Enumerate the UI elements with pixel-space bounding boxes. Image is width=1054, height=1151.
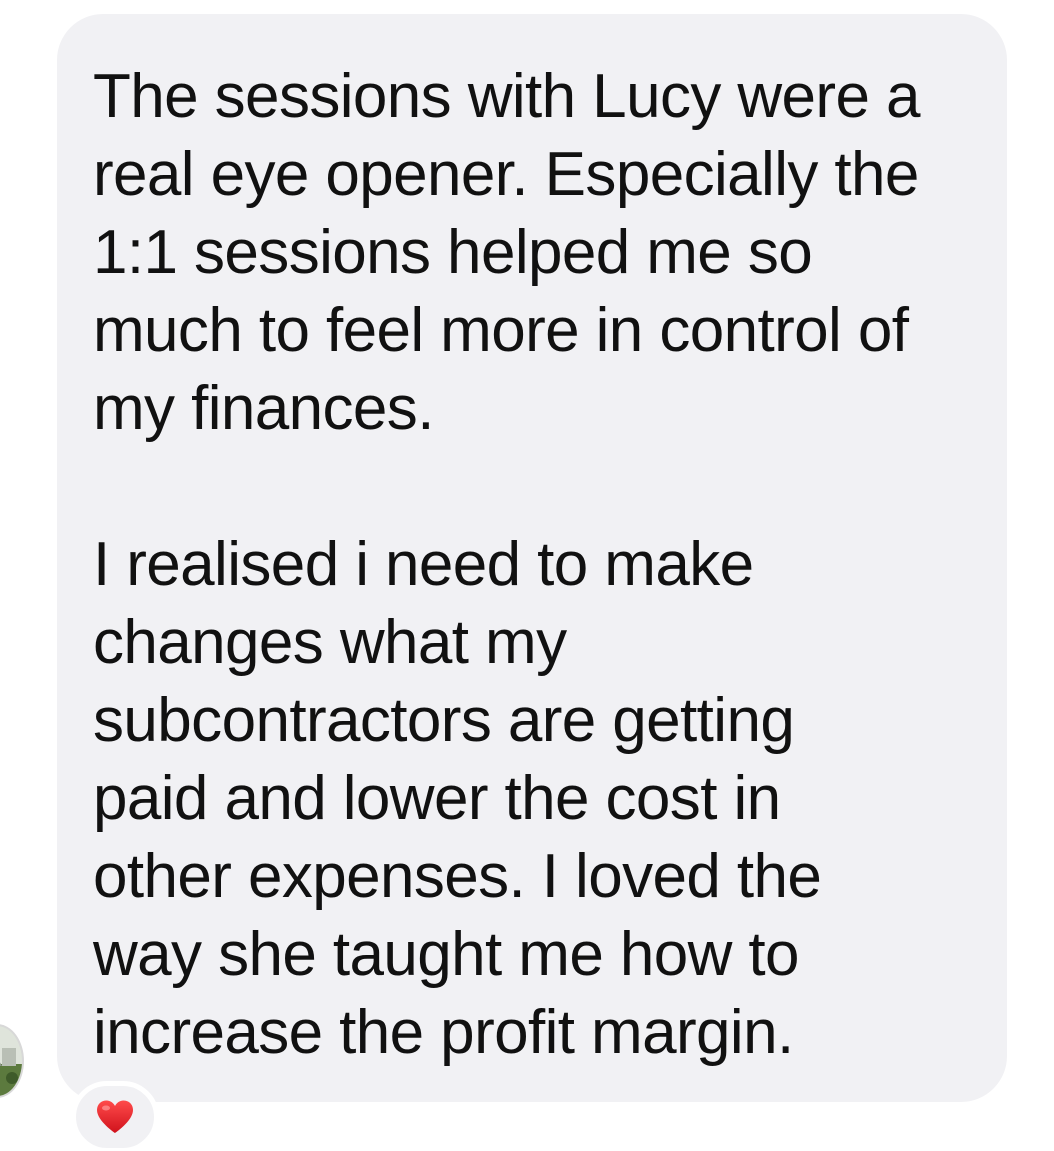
message-bubble[interactable]: The sessions with Lucy were a real eye o… [57, 14, 1007, 1102]
reaction-badge[interactable] [71, 1081, 159, 1151]
message-paragraph-1: The sessions with Lucy were a real eye o… [93, 62, 920, 443]
chat-screen: The sessions with Lucy were a real eye o… [0, 0, 1054, 1151]
sender-avatar[interactable] [0, 1024, 24, 1098]
message-paragraph-2: I realised i need to make changes what m… [93, 530, 822, 1067]
avatar-photo-icon [0, 1026, 22, 1096]
heart-icon [97, 1100, 133, 1133]
